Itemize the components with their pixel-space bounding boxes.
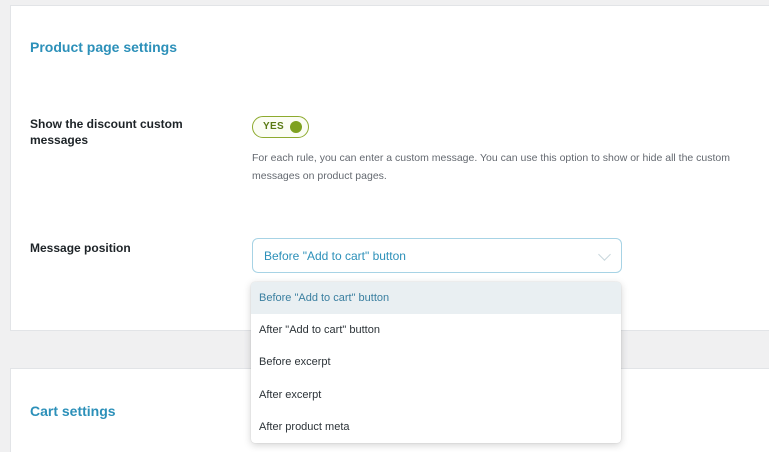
- settings-page: Product page settings Show the discount …: [0, 0, 769, 452]
- dropdown-option-after-add-to-cart[interactable]: After "Add to cart" button: [251, 314, 621, 346]
- message-position-label: Message position: [30, 241, 131, 255]
- toggle-text: YES: [263, 121, 284, 132]
- dropdown-option-before-excerpt[interactable]: Before excerpt: [251, 346, 621, 378]
- dropdown-option-after-excerpt[interactable]: After excerpt: [251, 379, 621, 411]
- discount-messages-toggle[interactable]: YES: [252, 116, 309, 138]
- discount-messages-label: Show the discount custom messages: [30, 117, 183, 147]
- discount-messages-description: For each rule, you can enter a custom me…: [252, 152, 731, 182]
- message-position-select[interactable]: Before "Add to cart" button: [252, 238, 622, 273]
- select-value: Before "Add to cart" button: [264, 249, 406, 263]
- toggle-knob: [290, 121, 302, 133]
- dropdown-option-after-product-meta[interactable]: After product meta: [251, 411, 621, 443]
- section-title: Product page settings: [30, 39, 178, 55]
- section-title: Cart settings: [30, 403, 116, 419]
- message-position-dropdown: Before "Add to cart" button After "Add t…: [251, 282, 621, 443]
- dropdown-option-before-add-to-cart[interactable]: Before "Add to cart" button: [251, 282, 621, 315]
- chevron-down-icon: [598, 248, 611, 261]
